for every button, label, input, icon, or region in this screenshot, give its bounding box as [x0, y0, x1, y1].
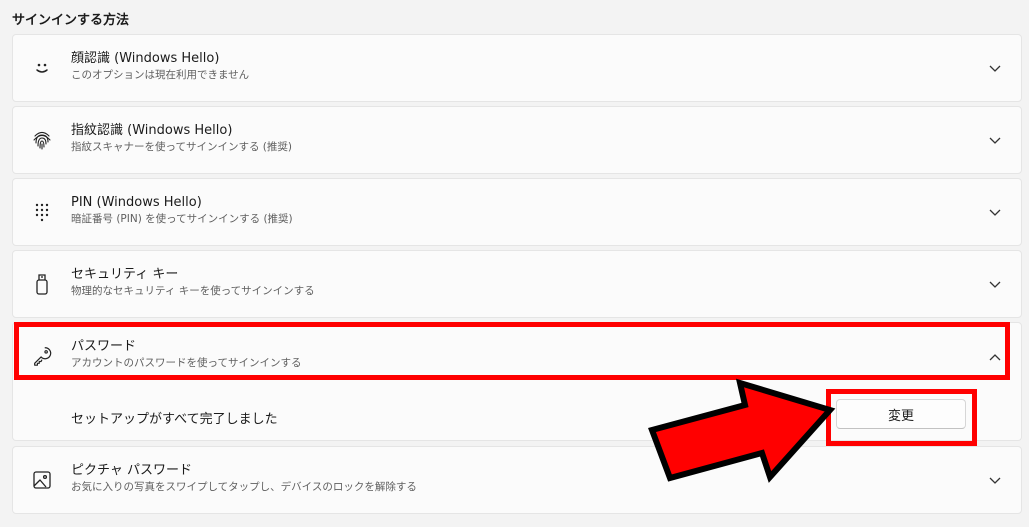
option-subtitle: アカウントのパスワードを使ってサインインする — [71, 357, 302, 369]
face-smile-icon — [31, 57, 53, 79]
chevron-down-icon[interactable] — [987, 204, 1003, 220]
option-title: 指紋認識 (Windows Hello) — [71, 123, 233, 138]
password-status-text: セットアップがすべて完了しました — [71, 412, 278, 427]
chevron-down-icon[interactable] — [987, 276, 1003, 292]
fingerprint-icon — [31, 129, 53, 151]
chevron-up-icon[interactable] — [987, 350, 1003, 366]
option-title: ピクチャ パスワード — [71, 463, 193, 478]
change-password-button[interactable]: 変更 — [836, 399, 966, 429]
option-subtitle: 指紋スキャナーを使ってサインインする (推奨) — [71, 141, 293, 153]
option-title: PIN (Windows Hello) — [71, 195, 202, 210]
option-title: 顔認識 (Windows Hello) — [71, 51, 220, 66]
signin-option-fingerprint[interactable]: 指紋認識 (Windows Hello) 指紋スキャナーを使ってサインインする … — [12, 106, 1022, 174]
security-key-icon — [31, 273, 53, 295]
option-title: パスワード — [71, 339, 137, 354]
signin-option-password[interactable]: パスワード アカウントのパスワードを使ってサインインする — [12, 322, 1022, 392]
option-title: セキュリティ キー — [71, 267, 179, 282]
signin-option-pin[interactable]: PIN (Windows Hello) 暗証番号 (PIN) を使ってサインイン… — [12, 178, 1022, 246]
pin-keypad-icon — [31, 201, 53, 223]
chevron-down-icon[interactable] — [987, 132, 1003, 148]
chevron-down-icon[interactable] — [987, 60, 1003, 76]
key-icon — [31, 345, 53, 367]
option-subtitle: 物理的なセキュリティ キーを使ってサインインする — [71, 285, 315, 297]
signin-option-picture-password[interactable]: ピクチャ パスワード お気に入りの写真をスワイプしてタップし、デバイスのロックを… — [12, 446, 1022, 514]
signin-option-face[interactable]: 顔認識 (Windows Hello) このオプションは現在利用できません — [12, 34, 1022, 102]
picture-icon — [31, 469, 53, 491]
chevron-down-icon[interactable] — [987, 472, 1003, 488]
option-subtitle: 暗証番号 (PIN) を使ってサインインする (推奨) — [71, 213, 293, 225]
option-subtitle: お気に入りの写真をスワイプしてタップし、デバイスのロックを解除する — [71, 481, 417, 493]
signin-option-security-key[interactable]: セキュリティ キー 物理的なセキュリティ キーを使ってサインインする — [12, 250, 1022, 318]
option-subtitle: このオプションは現在利用できません — [71, 69, 250, 81]
section-title: サインインする方法 — [12, 13, 130, 28]
